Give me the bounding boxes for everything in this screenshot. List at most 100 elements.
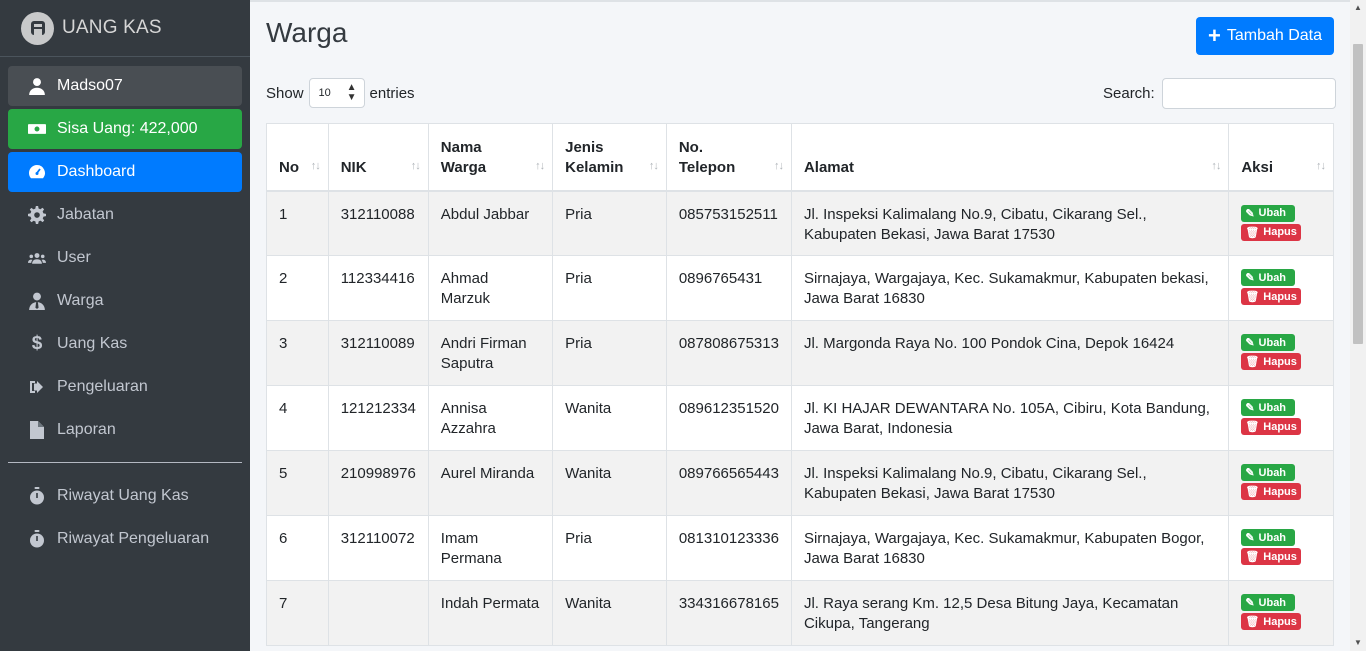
sidebar-item-warga[interactable]: Warga	[8, 281, 242, 321]
cell-aksi: ✎ Ubah 🗑 Hapus	[1228, 190, 1334, 256]
sidebar-balance[interactable]: Sisa Uang: 422,000	[8, 109, 242, 149]
table-row: 3 312110089 Andri Firman Saputra Pria 08…	[266, 320, 1334, 386]
edit-button[interactable]: ✎ Ubah	[1241, 204, 1296, 222]
add-data-label: Tambah Data	[1226, 27, 1323, 44]
delete-button[interactable]: 🗑 Hapus	[1241, 613, 1302, 630]
scroll-up-arrow-icon[interactable]: ▲	[1350, 0, 1366, 14]
table-row: 7 Indah Permata Wanita 334316678165 Jl. …	[266, 580, 1334, 646]
edit-button[interactable]: ✎ Ubah	[1241, 399, 1296, 416]
delete-button[interactable]: 🗑 Hapus	[1241, 418, 1302, 435]
edit-icon: ✎	[1245, 532, 1255, 544]
edit-icon: ✎	[1245, 272, 1255, 284]
cell-aksi: ✎ Ubah 🗑 Hapus	[1228, 385, 1334, 451]
column-header-aksi[interactable]: Aksi ↑↓	[1228, 123, 1334, 192]
sort-icon: ↑↓	[410, 159, 421, 172]
warga-table-wrapper: No ↑↓ NIK ↑↓ Nama Warga ↑↓ Jenis Kelamin ↑↓ …	[266, 123, 1334, 646]
search-input[interactable]	[1161, 78, 1336, 109]
sidebar-item-pengeluaran[interactable]: Pengeluaran	[8, 367, 242, 407]
sort-icon: ↑↓	[1211, 159, 1221, 172]
edit-icon: ✎	[1245, 402, 1255, 414]
delete-button[interactable]: 🗑 Hapus	[1241, 353, 1302, 370]
sidebar-item-uang-kas[interactable]: $ Uang Kas	[8, 324, 242, 364]
trash-icon: 🗑	[1245, 486, 1260, 498]
sidebar-divider	[8, 462, 242, 463]
entries-select-value: 10	[318, 87, 331, 99]
delete-button[interactable]: 🗑 Hapus	[1241, 548, 1302, 565]
sidebar: UANG KAS Madso07 Sisa Uang: 422,000 Dash…	[0, 0, 250, 651]
vertical-scrollbar[interactable]: ▲ ▼	[1350, 0, 1366, 651]
sort-icon: ↑↓	[648, 159, 659, 172]
table-row: 5 210998976 Aurel Miranda Wanita 0897665…	[266, 450, 1334, 516]
cell-alamat: Jl. Inspeksi Kalimalang No.9, Cibatu, Ci…	[790, 190, 1230, 256]
cell-nama: Abdul Jabbar	[427, 190, 554, 256]
sidebar-user[interactable]: Madso07	[8, 66, 242, 106]
sidebar-item-user[interactable]: User	[8, 238, 242, 278]
cell-alamat: Sirnajaya, Wargajaya, Kec. Sukamakmur, K…	[790, 255, 1230, 321]
edit-button[interactable]: ✎ Ubah	[1241, 334, 1296, 351]
column-header-nik[interactable]: NIK ↑↓	[327, 123, 429, 192]
sign-out-icon	[26, 378, 48, 396]
cell-telepon: 081310123336	[665, 515, 792, 581]
table-header-row: No ↑↓ NIK ↑↓ Nama Warga ↑↓ Jenis Kelamin ↑↓ …	[266, 123, 1334, 192]
table-row: 2 112334416 Ahmad Marzuk Pria 0896765431…	[266, 255, 1334, 321]
entries-label: entries	[369, 84, 415, 102]
cell-alamat: Jl. Raya serang Km. 12,5 Desa Bitung Jay…	[790, 580, 1230, 646]
table-row: 1 312110088 Abdul Jabbar Pria 0857531525…	[266, 190, 1334, 256]
sidebar-item-jabatan[interactable]: Jabatan	[8, 195, 242, 235]
column-header-no[interactable]: No ↑↓	[266, 123, 329, 192]
stopwatch-icon	[26, 487, 48, 505]
delete-button[interactable]: 🗑 Hapus	[1241, 288, 1302, 305]
trash-icon: 🗑	[1245, 356, 1260, 368]
edit-button[interactable]: ✎ Ubah	[1241, 529, 1296, 546]
sidebar-item-label: Dashboard	[57, 163, 136, 180]
edit-icon: ✎	[1245, 207, 1255, 220]
sidebar-item-dashboard[interactable]: Dashboard	[8, 152, 242, 192]
add-data-button[interactable]: + Tambah Data	[1196, 17, 1334, 55]
cell-telepon: 087808675313	[665, 320, 792, 386]
scroll-down-arrow-icon[interactable]: ▼	[1350, 635, 1366, 649]
sidebar-item-label: Riwayat Uang Kas	[57, 487, 189, 504]
sidebar-item-riwayat-pengeluaran[interactable]: Riwayat Pengeluaran	[8, 519, 242, 559]
column-header-jenis-kelamin[interactable]: Jenis Kelamin ↑↓	[552, 123, 667, 192]
delete-button[interactable]: 🗑 Hapus	[1241, 483, 1302, 500]
edit-button[interactable]: ✎ Ubah	[1241, 269, 1296, 286]
column-header-alamat[interactable]: Alamat ↑↓	[790, 123, 1230, 192]
cell-alamat: Jl. Margonda Raya No. 100 Pondok Cina, D…	[790, 320, 1230, 386]
sort-icon: ↑↓	[310, 159, 321, 172]
sidebar-item-laporan[interactable]: Laporan	[8, 410, 242, 450]
edit-button[interactable]: ✎ Ubah	[1241, 464, 1296, 481]
column-header-telepon[interactable]: No. Telepon ↑↓	[665, 123, 792, 192]
sort-caret-icon: ▲ ▼	[346, 82, 357, 103]
sort-icon: ↑↓	[773, 159, 784, 172]
brand[interactable]: UANG KAS	[0, 0, 250, 57]
sidebar-item-label: Pengeluaran	[57, 378, 148, 395]
brand-logo-icon	[21, 11, 54, 45]
cell-jenis-kelamin: Pria	[552, 255, 667, 321]
sort-icon: ↑↓	[535, 159, 545, 172]
edit-icon: ✎	[1245, 597, 1255, 609]
trash-icon: 🗑	[1245, 226, 1260, 239]
edit-icon: ✎	[1245, 337, 1255, 349]
cell-telepon: 085753152511	[665, 190, 792, 256]
cell-nik: 312110088	[327, 190, 429, 256]
cell-no: 7	[266, 580, 329, 646]
cell-nama: Indah Permata	[427, 580, 554, 646]
delete-button[interactable]: 🗑 Hapus	[1241, 223, 1302, 241]
column-header-nama[interactable]: Nama Warga ↑↓	[427, 123, 554, 192]
money-bill-icon	[26, 120, 48, 138]
users-icon	[26, 249, 48, 267]
table-row: 6 312110072 Imam Permana Pria 0813101233…	[266, 515, 1334, 581]
cell-no: 4	[266, 385, 329, 451]
user-icon	[26, 77, 48, 95]
trash-icon: 🗑	[1245, 421, 1260, 433]
sidebar-item-label: Warga	[57, 292, 104, 309]
dollar-icon: $	[31, 333, 43, 354]
entries-length-control: Show 10 ▲ ▼ entries	[266, 78, 415, 108]
entries-select[interactable]: 10 ▲ ▼	[308, 78, 365, 108]
show-label: Show	[266, 84, 304, 102]
sidebar-item-riwayat-uang-kas[interactable]: Riwayat Uang Kas	[8, 476, 242, 516]
cell-nama: Ahmad Marzuk	[427, 255, 554, 321]
cell-nik: 312110089	[327, 320, 429, 386]
edit-button[interactable]: ✎ Ubah	[1241, 594, 1296, 611]
scrollbar-thumb[interactable]	[1353, 44, 1363, 344]
